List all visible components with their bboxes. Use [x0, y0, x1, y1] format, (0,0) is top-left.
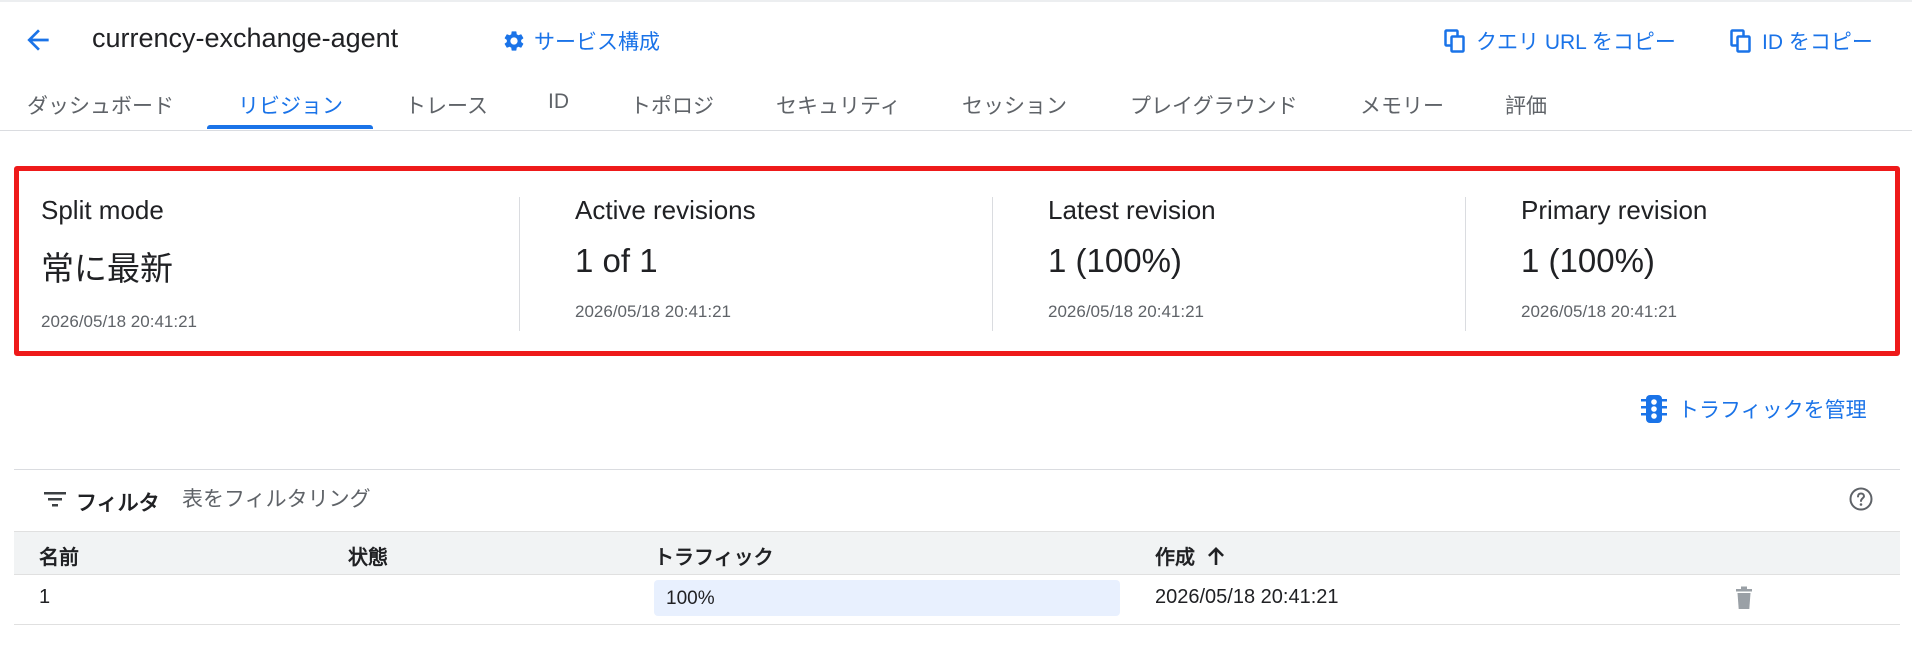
trash-icon[interactable] — [1734, 586, 1754, 610]
service-config-button[interactable]: サービス構成 — [502, 26, 660, 56]
card-label: Primary revision — [1521, 195, 1708, 225]
copy-icon — [1730, 29, 1751, 53]
copy-query-url-label: クエリ URL をコピー — [1476, 31, 1676, 54]
card-timestamp: 2026/05/18 20:41:21 — [575, 302, 731, 321]
active-revisions-card: Active revisions 1 of 1 2026/05/18 20:41… — [575, 195, 1045, 322]
card-timestamp: 2026/05/18 20:41:21 — [1048, 302, 1204, 321]
gear-icon — [504, 31, 524, 51]
column-header-status[interactable]: 状態 — [348, 541, 388, 570]
tab-playground[interactable]: プレイグラウンド — [1130, 90, 1298, 120]
page-title: currency-exchange-agent — [92, 23, 399, 53]
table-filter-bar: フィルタ — [14, 470, 1900, 530]
card-value: 1 of 1 — [575, 242, 658, 279]
manage-traffic-label: トラフィックを管理 — [1678, 399, 1867, 422]
card-label: Active revisions — [575, 195, 756, 225]
divider — [992, 197, 993, 331]
arrow-up-icon — [1208, 546, 1224, 565]
traffic-bar: 100% — [654, 580, 1120, 616]
latest-revision-card: Latest revision 1 (100%) 2026/05/18 20:4… — [1048, 195, 1518, 322]
tab-bar: ダッシュボード リビジョン トレース ID トポロジ セキュリティ セッション … — [0, 74, 1912, 131]
tab-sessions[interactable]: セッション — [962, 90, 1067, 120]
traffic-light-icon — [1641, 395, 1667, 423]
tab-traces[interactable]: トレース — [405, 90, 488, 120]
traffic-percent: 100% — [666, 588, 715, 609]
filter-icon[interactable] — [44, 490, 66, 508]
page-header: currency-exchange-agent サービス構成 クエリ URL を… — [0, 2, 1912, 74]
card-value: 常に最新 — [41, 250, 173, 287]
tab-evaluation[interactable]: 評価 — [1505, 90, 1547, 120]
primary-revision-card: Primary revision 1 (100%) 2026/05/18 20:… — [1521, 195, 1912, 322]
tab-revisions[interactable]: リビジョン — [238, 90, 343, 120]
copy-query-url-button[interactable]: クエリ URL をコピー — [1444, 26, 1676, 56]
filter-label: フィルタ — [76, 492, 160, 515]
tab-security[interactable]: セキュリティ — [776, 90, 901, 120]
service-config-label: サービス構成 — [534, 31, 660, 54]
copy-id-button[interactable]: ID をコピー — [1730, 26, 1873, 56]
card-value: 1 (100%) — [1048, 242, 1182, 279]
card-value: 1 (100%) — [1521, 242, 1655, 279]
card-timestamp: 2026/05/18 20:41:21 — [1521, 302, 1677, 321]
manage-traffic-button[interactable]: トラフィックを管理 — [1640, 394, 1867, 424]
card-label: Latest revision — [1048, 195, 1216, 225]
divider — [1465, 197, 1466, 331]
arrow-back-icon — [27, 29, 49, 51]
card-timestamp: 2026/05/18 20:41:21 — [41, 312, 197, 331]
copy-id-label: ID をコピー — [1762, 31, 1873, 54]
tab-topology[interactable]: トポロジ — [630, 90, 714, 120]
copy-icon — [1444, 29, 1465, 53]
column-header-traffic[interactable]: トラフィック — [654, 541, 774, 570]
column-header-name[interactable]: 名前 — [39, 541, 79, 570]
help-icon[interactable] — [1848, 486, 1874, 512]
filter-input[interactable] — [180, 484, 884, 516]
back-button[interactable] — [22, 24, 54, 56]
tab-dashboard[interactable]: ダッシュボード — [27, 90, 174, 120]
revision-name: 1 — [39, 586, 51, 608]
table-row[interactable]: 1 100% 2026/05/18 20:41:21 — [14, 574, 1900, 625]
active-tab-indicator — [207, 125, 373, 129]
revision-summary-panel: Split mode 常に最新 2026/05/18 20:41:21 Acti… — [14, 166, 1900, 356]
column-header-created[interactable]: 作成 — [1155, 541, 1225, 570]
table-header: 名前 状態 トラフィック 作成 — [14, 531, 1900, 575]
created-timestamp: 2026/05/18 20:41:21 — [1155, 586, 1339, 608]
split-mode-card: Split mode 常に最新 2026/05/18 20:41:21 — [41, 195, 511, 332]
tab-id[interactable]: ID — [548, 90, 569, 114]
tab-memory[interactable]: メモリー — [1360, 90, 1444, 120]
divider — [519, 197, 520, 331]
card-label: Split mode — [41, 195, 164, 225]
